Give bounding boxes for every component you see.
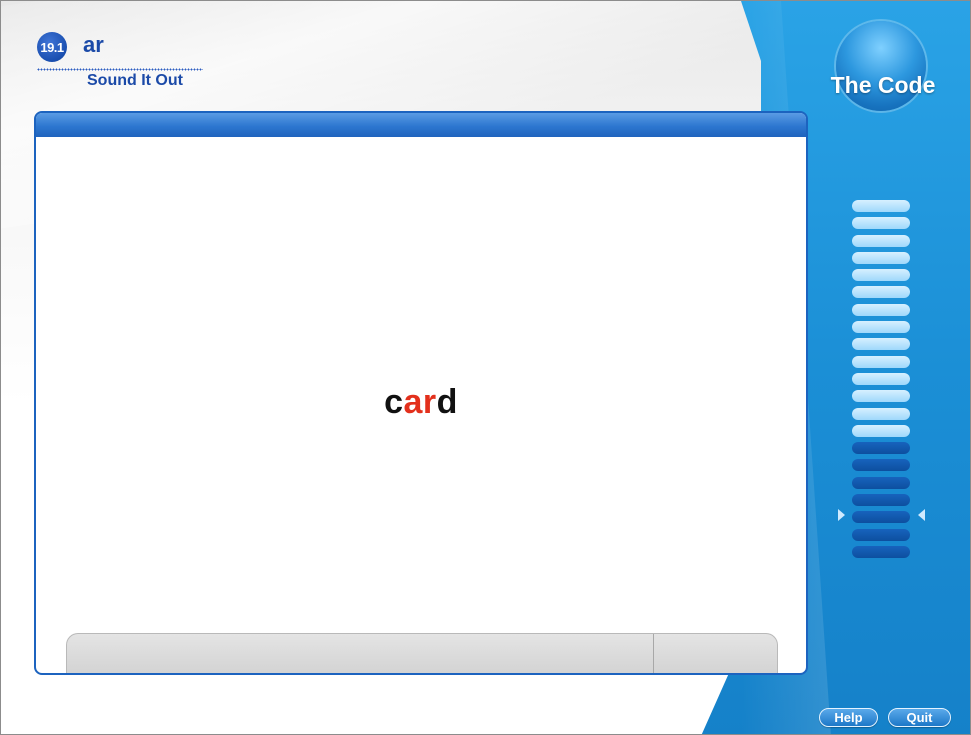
- control-bar-main[interactable]: [67, 634, 653, 673]
- control-bar: [66, 633, 778, 673]
- progress-segment: [852, 338, 910, 351]
- progress-segment: [852, 372, 910, 385]
- progress-segment: [852, 545, 910, 558]
- word-prefix: c: [384, 383, 404, 421]
- lesson-sound-title: ar: [83, 32, 104, 57]
- lesson-number-badge: 19.1: [37, 32, 67, 62]
- progress-segment: [852, 407, 910, 420]
- progress-segment: [852, 200, 910, 212]
- dotted-divider: [37, 68, 203, 71]
- app-window: 19.1 ar Sound It Out The Code card Help …: [0, 0, 971, 735]
- progress-segment: [852, 321, 910, 334]
- progress-segment: [852, 251, 910, 264]
- progress-segment: [852, 269, 910, 282]
- progress-segment: [852, 286, 910, 299]
- app-title: The Code: [830, 72, 936, 98]
- progress-segment: [852, 494, 910, 507]
- progress-segment: [852, 234, 910, 247]
- activity-title: Sound It Out: [87, 72, 183, 89]
- card-title-bar: [36, 113, 806, 137]
- progress-meter: [852, 200, 910, 563]
- progress-segment: [852, 303, 910, 316]
- help-button[interactable]: Help: [819, 708, 878, 727]
- progress-segment-current: [852, 442, 910, 455]
- word-suffix: d: [436, 383, 458, 421]
- progress-segment: [852, 217, 910, 230]
- progress-segment: [852, 355, 910, 368]
- word-highlight: ar: [403, 383, 437, 421]
- progress-segment: [852, 476, 910, 489]
- quit-button[interactable]: Quit: [888, 708, 951, 727]
- progress-segment: [852, 459, 910, 472]
- progress-marker-left-icon: [838, 509, 845, 521]
- word-display[interactable]: card: [36, 383, 806, 422]
- progress-segment: [852, 528, 910, 541]
- progress-segment: [852, 390, 910, 403]
- activity-card: card: [34, 111, 808, 675]
- control-bar-action[interactable]: [654, 634, 778, 673]
- progress-segment: [852, 511, 910, 524]
- progress-segment: [852, 424, 910, 437]
- progress-marker-right-icon: [918, 509, 925, 521]
